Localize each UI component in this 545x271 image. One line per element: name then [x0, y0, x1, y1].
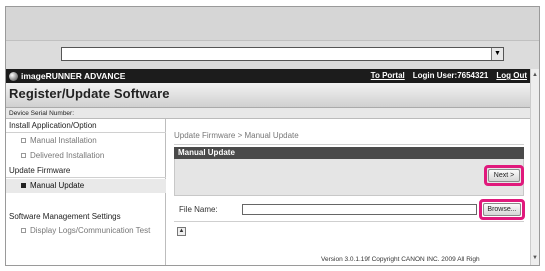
page-title: Register/Update Software — [9, 86, 170, 101]
sidebar-section-update-firmware[interactable]: Update Firmware — [6, 164, 166, 178]
bullet-icon — [21, 183, 26, 188]
address-row: ▼ — [6, 41, 539, 69]
bullet-icon — [21, 228, 26, 233]
scroll-up-icon[interactable]: ▲ — [531, 71, 539, 80]
title-bar: Register/Update Software — [6, 83, 530, 108]
sidebar-section-software-management[interactable]: Software Management Settings — [6, 210, 166, 224]
copyright-text: Version 3.0.1.19f Copyright CANON INC. 2… — [321, 256, 480, 263]
to-portal-link[interactable]: To Portal — [371, 70, 405, 82]
bullet-icon — [21, 138, 26, 143]
brand-name: imageRUNNER ADVANCE — [21, 71, 126, 81]
sidebar-item-label: Manual Update — [30, 181, 85, 190]
sidebar-item-display-logs[interactable]: Display Logs/Communication Test — [6, 224, 166, 238]
brand: imageRUNNER ADVANCE — [9, 70, 125, 82]
brand-bar: imageRUNNER ADVANCE To Portal Login User… — [6, 69, 530, 83]
sidebar-item-manual-update[interactable]: Manual Update — [6, 179, 166, 193]
sidebar-item-label: Delivered Installation — [30, 151, 105, 160]
sidebar-item-label: Manual Installation — [30, 136, 97, 145]
footer: Version 3.0.1.19f Copyright CANON INC. 2… — [6, 255, 530, 265]
log-out-link[interactable]: Log Out — [496, 70, 527, 82]
sidebar-item-delivered-installation[interactable]: Delivered Installation — [6, 149, 166, 163]
sidebar-section-install[interactable]: Install Application/Option — [6, 119, 166, 133]
vertical-scrollbar[interactable]: ▲ ▼ — [530, 69, 539, 265]
page-viewport: imageRUNNER ADVANCE To Portal Login User… — [6, 69, 539, 265]
browse-button[interactable]: Browse... — [483, 203, 521, 216]
sidebar-item-label: Display Logs/Communication Test — [30, 226, 151, 235]
back-to-top-icon[interactable]: ▲ — [177, 227, 186, 236]
sidebar-item-manual-installation[interactable]: Manual Installation — [6, 134, 166, 148]
dropdown-arrow-icon[interactable]: ▼ — [491, 48, 503, 60]
login-user-label: Login User:7654321 — [412, 71, 489, 80]
device-serial-label: Device Serial Number: — [9, 110, 75, 117]
header-links: To Portal Login User:7654321 Log Out — [371, 70, 527, 82]
breadcrumb: Update Firmware > Manual Update — [174, 131, 299, 140]
scroll-down-icon[interactable]: ▼ — [531, 254, 539, 263]
brand-logo-icon — [9, 71, 18, 81]
browser-window: ▼ imageRUNNER ADVANCE To Portal Login Us… — [5, 6, 540, 266]
panel-body: Next > — [174, 159, 524, 196]
file-name-label: File Name: — [179, 205, 218, 214]
sidebar: Install Application/Option Manual Instal… — [6, 119, 166, 265]
next-button[interactable]: Next > — [488, 169, 520, 182]
bullet-icon — [21, 153, 26, 158]
divider — [174, 144, 524, 145]
device-serial-bar: Device Serial Number: — [6, 108, 530, 119]
divider — [174, 221, 524, 222]
address-combobox[interactable]: ▼ — [61, 47, 504, 61]
file-name-input[interactable] — [242, 204, 477, 215]
panel-title: Manual Update — [174, 147, 524, 159]
browser-toolbar — [6, 7, 539, 41]
main-content: Update Firmware > Manual Update Manual U… — [167, 119, 530, 265]
